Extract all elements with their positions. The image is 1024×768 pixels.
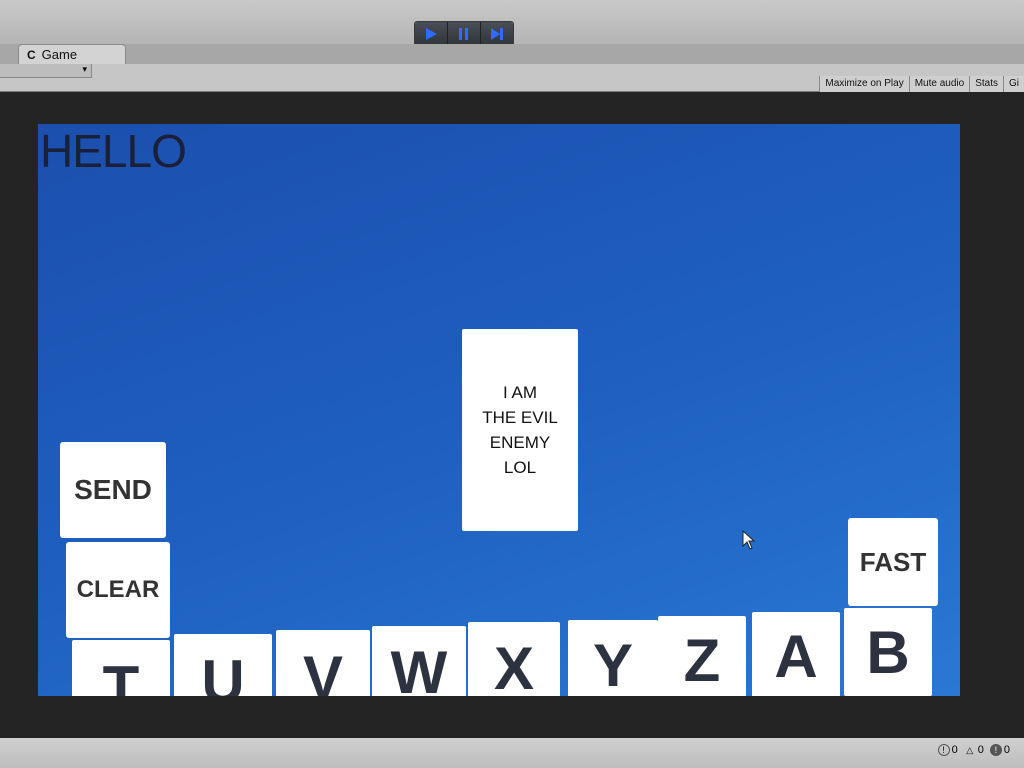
game-view-options: Maximize on Play Mute audio Stats Gi (819, 76, 1024, 92)
letter-key-7[interactable]: A (752, 612, 840, 696)
tab-game-label: Game (41, 47, 78, 62)
info-count-value: 0 (951, 744, 958, 756)
letter-key-2[interactable]: V (276, 630, 370, 696)
step-button[interactable] (481, 22, 513, 46)
error-count: ! 0 (989, 744, 1010, 756)
pause-icon (459, 28, 468, 40)
letter-key-8[interactable]: B (844, 608, 932, 696)
warning-count-value: 0 (977, 744, 984, 756)
letter-key-5[interactable]: Y (568, 620, 658, 696)
warning-icon: △ (966, 744, 974, 755)
mute-audio-button[interactable]: Mute audio (908, 76, 970, 92)
info-icon: ! (937, 744, 950, 756)
mouse-cursor-icon (742, 530, 756, 550)
editor-status-bar: ! 0 △ 0 ! 0 (0, 738, 1024, 768)
letter-key-1[interactable]: U (174, 634, 272, 696)
error-count-value: 0 (1003, 744, 1010, 756)
info-count: ! 0 (937, 744, 958, 756)
letter-key-3[interactable]: W (372, 626, 466, 696)
gizmos-button[interactable]: Gi (1003, 76, 1024, 92)
error-icon: ! (989, 744, 1002, 756)
step-icon (491, 28, 503, 40)
letter-key-0[interactable]: T (72, 640, 170, 696)
aspect-dropdown[interactable]: ▾ (0, 64, 92, 78)
pause-button[interactable] (448, 22, 481, 46)
editor-tab-bar: C Game (0, 44, 1024, 64)
console-counts[interactable]: ! 0 △ 0 ! 0 (937, 744, 1010, 756)
letter-keys-row: T U V W X Y Z A B (38, 124, 960, 696)
tab-game[interactable]: C Game (18, 44, 126, 64)
stats-button[interactable]: Stats (969, 76, 1003, 92)
game-view-toolbar: ▾ Maximize on Play Mute audio Stats Gi (0, 64, 1024, 92)
play-icon (426, 28, 437, 40)
editor-top-toolbar (0, 0, 1024, 47)
warning-count: △ 0 (964, 744, 984, 756)
letter-key-6[interactable]: Z (658, 616, 746, 696)
maximize-on-play-button[interactable]: Maximize on Play (819, 76, 909, 92)
letter-key-4[interactable]: X (468, 622, 560, 696)
game-tab-icon: C (27, 47, 36, 62)
play-button[interactable] (415, 22, 448, 46)
chevron-down-icon: ▾ (82, 64, 87, 74)
game-viewport[interactable]: HELLO I AM THE EVIL ENEMY LOL SEND CLEAR… (38, 124, 960, 696)
